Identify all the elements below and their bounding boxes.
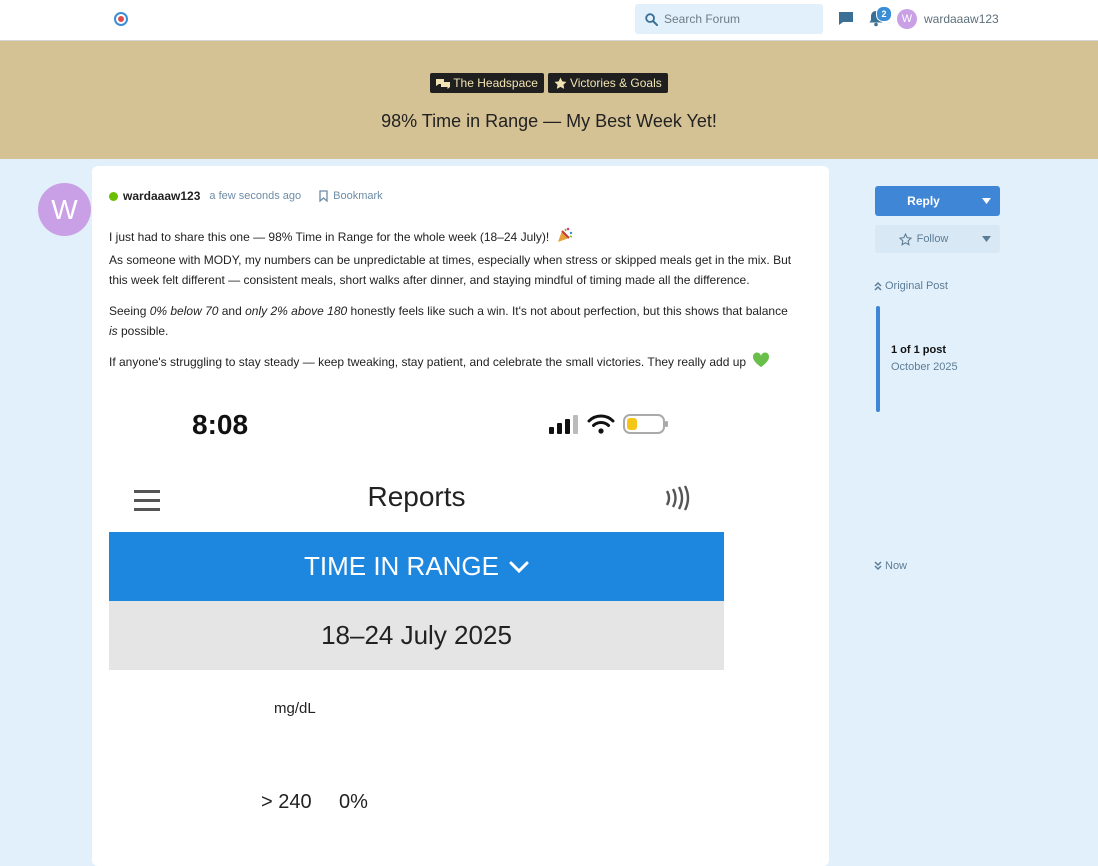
post-paragraph: Seeing 0% below 70 and only 2% above 180… [109,301,799,341]
comments-icon [436,78,451,89]
star-icon [554,77,567,89]
range-row-value: 0% [339,791,368,813]
top-bar: 2 W wardaaaw123 [0,0,1098,41]
battery-icon [623,414,668,434]
time-in-range-banner: TIME IN RANGE [109,532,724,601]
search-icon [645,12,658,26]
post-paragraph: I just had to share this one — 98% Time … [109,226,799,290]
search-input[interactable] [664,12,804,26]
follow-button[interactable]: Follow [875,225,1000,253]
party-popper-icon [556,226,574,250]
post-timestamp[interactable]: a few seconds ago [209,190,301,202]
notification-count-badge: 2 [876,6,892,22]
post-emphasis: 0% below 70 [149,304,219,318]
post-text: If anyone's struggling to stay steady — … [109,355,747,370]
timeline-now-link[interactable]: Now [874,560,907,572]
original-post-link[interactable]: Original Post [874,280,948,292]
phone-status-icons [549,413,669,435]
reply-options-caret-icon[interactable] [972,186,1000,216]
tag-the-headspace[interactable]: The Headspace [430,73,544,93]
post-paragraph: If anyone's struggling to stay steady — … [109,352,799,374]
chevron-down-icon [509,561,529,573]
post-text: and [218,304,246,318]
topic-header: The Headspace Victories & Goals 98% Time… [0,41,1098,159]
star-outline-icon [898,232,912,246]
range-row-label: > 240 [261,791,312,813]
wifi-icon [587,414,615,434]
post-text: Seeing [109,304,150,318]
search-box[interactable] [635,4,823,34]
current-username[interactable]: wardaaaw123 [924,12,999,26]
topic-title[interactable]: 98% Time in Range — My Best Week Yet! [0,111,1098,132]
follow-label-group: Follow [875,232,972,246]
reply-button[interactable]: Reply [875,186,1000,216]
tag-label: Victories & Goals [569,76,662,90]
post-text: possible. [117,324,169,338]
banner-label: TIME IN RANGE [303,551,499,581]
post-emphasis: is [109,324,118,338]
online-status-icon [109,191,118,201]
bookmark-button[interactable]: Bookmark [319,190,383,202]
timeline-post-count: 1 of 1 post [891,344,947,356]
double-chevron-up-icon [874,281,882,291]
unit-label: mg/dL [274,700,316,717]
nfc-scan-icon [664,485,692,516]
reply-label: Reply [907,194,940,208]
post-author-avatar[interactable]: W [38,183,91,236]
signal-icon [549,415,578,434]
site-logo-icon[interactable] [114,12,128,26]
timeline-date: October 2025 [891,361,958,373]
original-post-label: Original Post [885,280,948,292]
chat-icon[interactable] [838,11,854,31]
date-range-bar: 18–24 July 2025 [109,601,724,670]
follow-label: Follow [916,233,949,245]
timeline-scroller[interactable] [876,306,880,412]
tag-victories-goals[interactable]: Victories & Goals [547,73,668,93]
double-chevron-down-icon [874,561,882,571]
phone-clock: 8:08 [192,409,249,440]
post-meta: wardaaaw123 a few seconds ago Bookmark [109,189,383,203]
post-text: As someone with MODY, my numbers can be … [109,253,792,287]
phone-screen-title: Reports [367,481,466,512]
bookmark-icon [319,190,328,202]
topic-tags: The Headspace Victories & Goals [0,73,1098,93]
post-author-name[interactable]: wardaaaw123 [123,189,200,203]
bookmark-label: Bookmark [333,190,383,202]
post-text: honestly feels like such a win. It's not… [347,304,788,318]
post-emphasis: only 2% above 180 [245,304,348,318]
green-heart-icon [752,352,770,374]
tag-label: The Headspace [453,76,538,90]
user-avatar[interactable]: W [897,9,917,29]
follow-options-caret-icon[interactable] [972,236,1000,242]
timeline-now-label: Now [885,560,908,572]
post-image-screenshot[interactable]: 8:08 Reports TIME IN RANGE 18–24 July 20… [109,393,724,854]
post-text: I just had to share this one — 98% Time … [109,230,550,245]
post-body: I just had to share this one — 98% Time … [109,226,799,385]
